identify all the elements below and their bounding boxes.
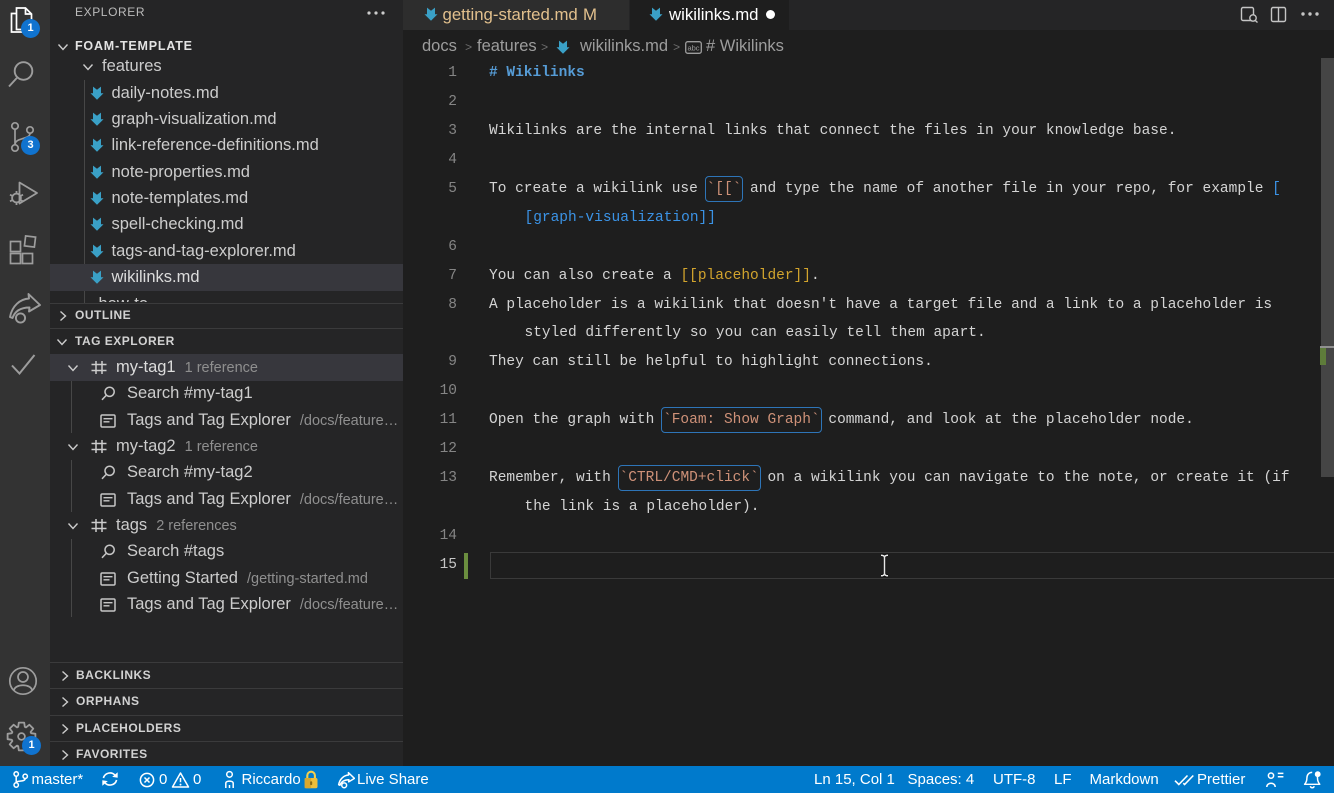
svg-text:abc: abc	[687, 43, 699, 52]
